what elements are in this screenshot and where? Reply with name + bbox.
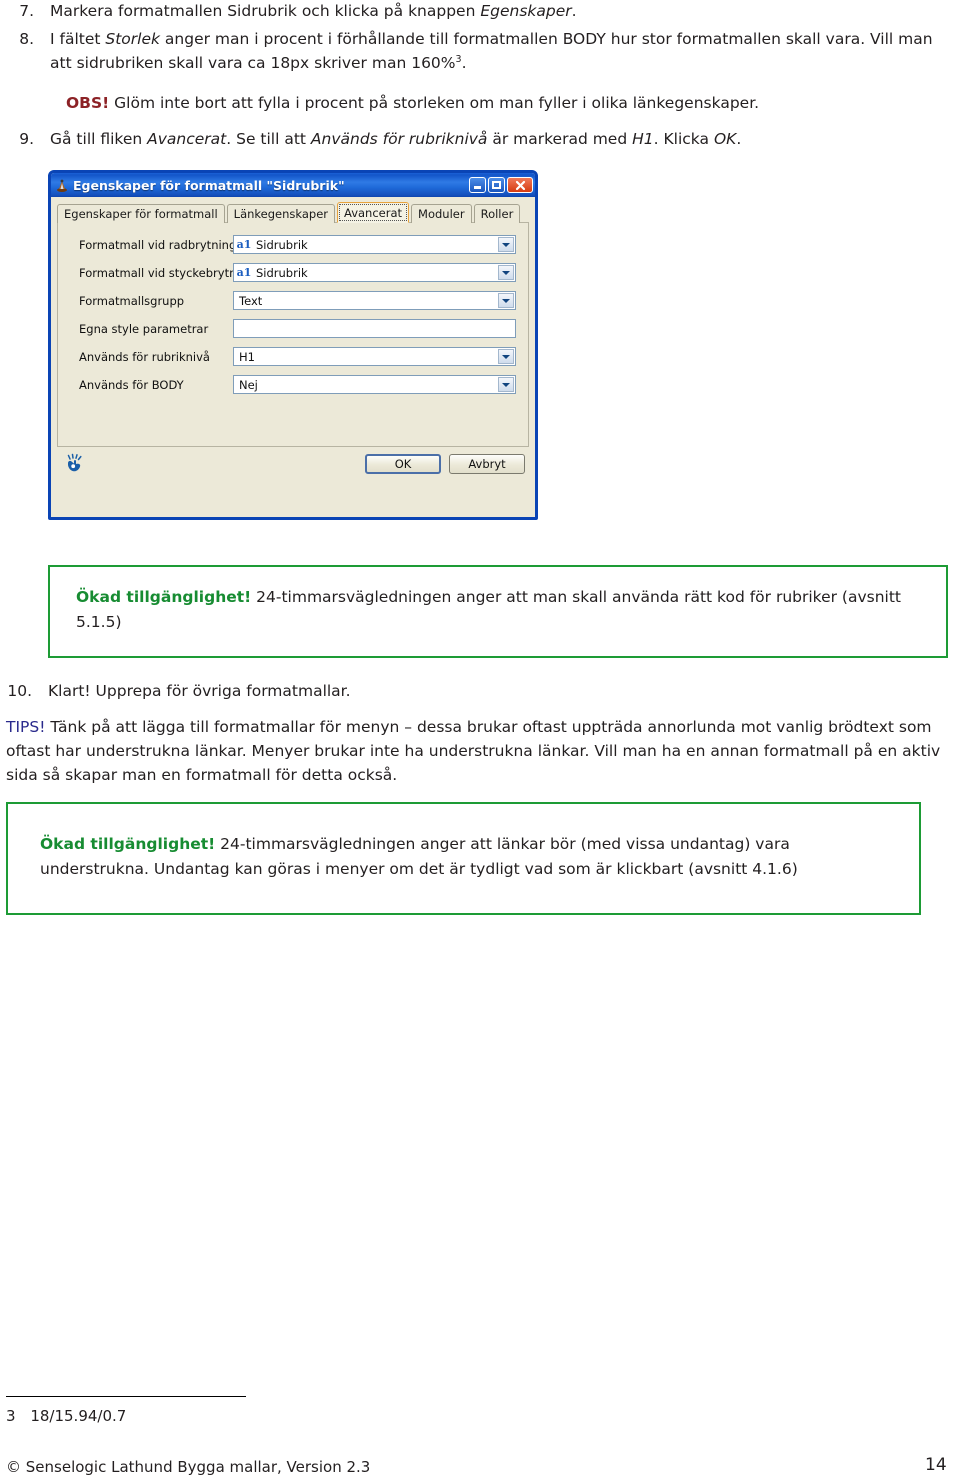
- footnote-marker: 3: [6, 1407, 16, 1425]
- close-button[interactable]: [507, 177, 533, 193]
- field-row-anvands-for-rubriknivo: Används för rubriknivå H1: [70, 347, 516, 366]
- document-page: 7. Markera formatmallen Sidrubrik och kl…: [0, 0, 960, 1484]
- dropdown-value: Sidrubrik: [256, 237, 308, 252]
- step9-end: .: [736, 130, 742, 148]
- emphasis-anvands-for-rubrikniva: Används för rubriknivå: [310, 130, 488, 148]
- field-label: Formatmall vid radbrytning: [79, 237, 237, 252]
- obs-note: OBS! Glöm inte bort att fylla i procent …: [66, 92, 950, 116]
- page-number: 14: [925, 1455, 947, 1475]
- tab-roller[interactable]: Roller: [473, 204, 521, 223]
- footnote-text: 18/15.94/0.7: [30, 1407, 127, 1425]
- footnote-separator: [6, 1396, 246, 1397]
- dropdown-value: Text: [239, 293, 263, 308]
- field-label: Formatmall vid styckebrytning: [79, 265, 255, 280]
- tab-egenskaper-for-formatmall[interactable]: Egenskaper för formatmall: [57, 204, 225, 223]
- window-controls: [469, 177, 533, 193]
- tips-note: TIPS! Tänk på att lägga till formatmalla…: [6, 715, 946, 787]
- field-row-formatmall-vid-styckebrytning: Formatmall vid styckebrytning a1 Sidrubr…: [70, 263, 516, 282]
- list-text: Gå till fliken Avancerat. Se till att An…: [50, 128, 950, 152]
- field-row-egna-style-parametrar: Egna style parametrar: [70, 319, 516, 338]
- tips-label: TIPS!: [6, 718, 46, 736]
- text-input-egna-style-parametrar[interactable]: [233, 319, 516, 338]
- obs-label: OBS!: [66, 94, 110, 112]
- dialog-tab-panel-avancerat: Formatmall vid radbrytning a1 Sidrubrik …: [57, 222, 529, 447]
- maximize-button[interactable]: [488, 177, 505, 193]
- chevron-down-icon[interactable]: [498, 293, 514, 308]
- list-number: 9.: [19, 130, 34, 148]
- dropdown-value: H1: [239, 349, 255, 364]
- emphasis-h1: H1: [632, 130, 654, 148]
- obs-text: Glöm inte bort att fylla i procent på st…: [109, 94, 760, 112]
- dialog-footer: OK Avbryt: [57, 447, 529, 477]
- accessibility-callout-1: Ökad tillgänglighet! 24-timmarsväglednin…: [48, 565, 948, 658]
- chevron-down-icon[interactable]: [498, 377, 514, 392]
- tab-lankegenskaper[interactable]: Länkegenskaper: [226, 204, 336, 223]
- dialog-title: Egenskaper för formatmall "Sidrubrik": [73, 177, 345, 193]
- step9-post: . Klicka: [653, 130, 714, 148]
- ok-button[interactable]: OK: [365, 454, 441, 474]
- list-text: Markera formatmallen Sidrubrik och klick…: [50, 2, 577, 20]
- dropdown-anvands-for-rubriknivo[interactable]: H1: [233, 347, 516, 366]
- dialog-title-bar: Egenskaper för formatmall "Sidrubrik": [51, 173, 535, 197]
- app-icon: [55, 178, 69, 192]
- list-text: Klart! Upprepa för övriga formatmallar.: [48, 682, 351, 700]
- minimize-button[interactable]: [469, 177, 486, 193]
- emphasis-egenskaper: Egenskaper: [480, 2, 572, 20]
- field-label: Egna style parametrar: [79, 321, 209, 336]
- tab-moduler[interactable]: Moduler: [411, 204, 472, 223]
- field-row-formatmallsgrupp: Formatmallsgrupp Text: [70, 291, 516, 310]
- dropdown-value: Sidrubrik: [256, 265, 308, 280]
- list-text: I fältet Storlek anger man i procent i f…: [50, 28, 950, 75]
- dialog-body: Egenskaper för formatmall Länkegenskaper…: [51, 197, 535, 483]
- list-number: 7.: [19, 2, 34, 20]
- dropdown-formatmallsgrupp[interactable]: Text: [233, 291, 516, 310]
- field-row-anvands-for-body: Används för BODY Nej: [70, 375, 516, 394]
- field-label: Formatmallsgrupp: [79, 293, 185, 308]
- accessibility-hand-icon: [63, 452, 87, 476]
- tips-text: Tänk på att lägga till formatmallar för …: [6, 718, 941, 785]
- list-item-step-7: 7. Markera formatmallen Sidrubrik och kl…: [10, 0, 950, 24]
- step9-mid1: . Se till att: [226, 130, 311, 148]
- emphasis-avancerat: Avancerat: [147, 130, 227, 148]
- properties-dialog-screenshot: Egenskaper för formatmall "Sidrubrik" Eg…: [48, 170, 538, 520]
- dropdown-formatmall-vid-styckebrytning[interactable]: a1 Sidrubrik: [233, 263, 516, 282]
- list-item-step-10: 10. Klart! Upprepa för övriga formatmall…: [0, 680, 950, 704]
- chevron-down-icon[interactable]: [498, 237, 514, 252]
- cancel-button[interactable]: Avbryt: [449, 454, 525, 474]
- list-number: 8.: [19, 30, 34, 48]
- accessibility-callout-2: Ökad tillgänglighet! 24-timmarsväglednin…: [6, 802, 921, 915]
- dropdown-formatmall-vid-radbrytning[interactable]: a1 Sidrubrik: [233, 235, 516, 254]
- chevron-down-icon[interactable]: [498, 349, 514, 364]
- page-footer-left: © Senselogic Lathund Bygga mallar, Versi…: [6, 1458, 371, 1476]
- emphasis-ok: OK: [713, 130, 737, 148]
- step9-pre: Gå till fliken: [50, 130, 148, 148]
- step9-mid2: är markerad med: [487, 130, 633, 148]
- tab-avancerat[interactable]: Avancerat: [337, 202, 410, 223]
- list-item-step-9: 9. Gå till fliken Avancerat. Se till att…: [10, 128, 950, 152]
- dropdown-anvands-for-body[interactable]: Nej: [233, 375, 516, 394]
- a1-style-icon: a1: [236, 238, 252, 251]
- field-label: Används för BODY: [79, 377, 184, 392]
- callout-label: Ökad tillgänglighet!: [76, 588, 252, 606]
- a1-style-icon: a1: [236, 266, 252, 279]
- dropdown-value: Nej: [239, 377, 258, 392]
- callout-label: Ökad tillgänglighet!: [40, 835, 216, 853]
- field-label: Används för rubriknivå: [79, 349, 210, 364]
- step8-post: .: [461, 53, 467, 72]
- step8-pre: I fältet: [50, 30, 106, 48]
- dialog-tab-strip: Egenskaper för formatmall Länkegenskaper…: [57, 202, 529, 223]
- footnote: 3 18/15.94/0.7: [6, 1407, 126, 1425]
- step8-mid: anger man i procent i förhållande till f…: [50, 30, 933, 72]
- emphasis-storlek: Storlek: [105, 30, 160, 48]
- list-item-step-8: 8. I fältet Storlek anger man i procent …: [10, 28, 950, 75]
- chevron-down-icon[interactable]: [498, 265, 514, 280]
- field-row-formatmall-vid-radbrytning: Formatmall vid radbrytning a1 Sidrubrik: [70, 235, 516, 254]
- list-number: 10.: [7, 682, 32, 700]
